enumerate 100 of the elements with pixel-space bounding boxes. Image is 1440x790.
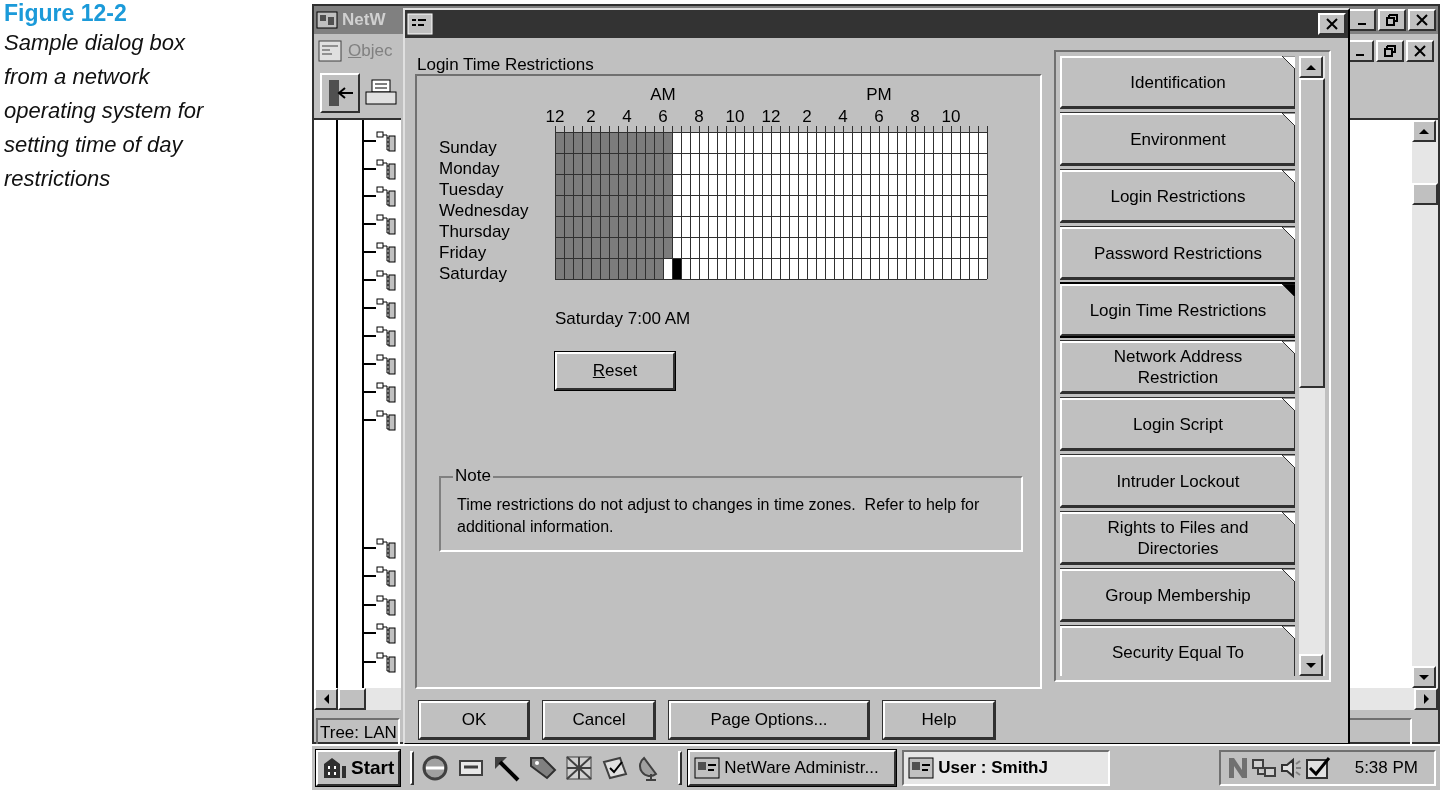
close-icon bbox=[1415, 14, 1429, 26]
reset-button[interactable]: Reset bbox=[555, 351, 675, 390]
hour-label: 8 bbox=[694, 108, 704, 125]
exit-toolbar-button[interactable] bbox=[320, 73, 360, 113]
scroll-up-button[interactable] bbox=[1299, 56, 1324, 78]
tag-icon[interactable] bbox=[528, 754, 559, 782]
page-tab[interactable]: Rights to Files and Directories bbox=[1060, 512, 1296, 564]
scroll-up-button[interactable] bbox=[1412, 120, 1436, 142]
arrow-down-icon bbox=[1306, 662, 1317, 668]
close-button[interactable] bbox=[1318, 13, 1346, 35]
folded-corner-icon bbox=[1282, 113, 1296, 127]
checkbox-icon[interactable] bbox=[1304, 756, 1331, 780]
page-tab[interactable]: Environment bbox=[1060, 113, 1296, 165]
figure-caption: Sample dialog box from a network operating system for setting time of day restrictions bbox=[4, 29, 205, 193]
folded-corner-icon bbox=[1282, 626, 1296, 640]
folded-corner-icon bbox=[1282, 455, 1296, 469]
hour-label: 2 bbox=[586, 108, 596, 125]
network-icon[interactable] bbox=[1250, 756, 1277, 780]
scroll-thumb[interactable] bbox=[338, 688, 366, 710]
page-tab[interactable]: Login Restrictions bbox=[1060, 170, 1296, 222]
folded-corner-icon bbox=[1282, 56, 1296, 70]
selected-time: Saturday 7:00 AM bbox=[555, 308, 692, 330]
figure-label: Figure 12-2 bbox=[4, 0, 128, 26]
start-button[interactable]: Start bbox=[316, 750, 401, 786]
page-tab[interactable]: Network Address Restriction bbox=[1060, 341, 1296, 393]
day-label: Saturday bbox=[439, 263, 509, 284]
folded-corner-icon bbox=[1282, 569, 1296, 583]
period-label: AM bbox=[650, 86, 676, 103]
tree-node-icon bbox=[376, 158, 396, 180]
close-icon bbox=[1325, 18, 1339, 30]
page-tab[interactable]: Password Restrictions bbox=[1060, 227, 1296, 279]
tree-node-icon bbox=[376, 594, 396, 616]
page-scrollbar[interactable] bbox=[1299, 56, 1325, 676]
restore-button[interactable] bbox=[1378, 9, 1406, 31]
folded-corner-icon bbox=[1282, 398, 1296, 412]
scroll-thumb[interactable] bbox=[1412, 183, 1438, 205]
note-title: Note bbox=[453, 466, 493, 484]
scroll-down-button[interactable] bbox=[1412, 666, 1436, 688]
tree-node-icon bbox=[376, 325, 396, 347]
arrow-left-icon bbox=[323, 694, 329, 704]
dialog-button[interactable]: OK bbox=[419, 701, 529, 739]
page-heading: Login Time Restrictions bbox=[416, 54, 595, 74]
arrow-right-icon bbox=[1423, 694, 1429, 704]
page-tab[interactable]: Security Equal To bbox=[1060, 626, 1296, 676]
horizontal-scrollbar[interactable] bbox=[314, 688, 401, 710]
folded-corner-dark-icon bbox=[1282, 284, 1296, 298]
arrow-down-icon bbox=[1419, 674, 1429, 680]
day-label: Sunday bbox=[439, 137, 498, 158]
tree-node-icon bbox=[376, 565, 396, 587]
vertical-scrollbar[interactable] bbox=[1412, 120, 1438, 688]
page-tab[interactable]: Intruder Lockout bbox=[1060, 455, 1296, 507]
printer-icon[interactable] bbox=[364, 78, 398, 108]
tree-node-icon bbox=[376, 651, 396, 673]
arrow-up-icon bbox=[1306, 64, 1317, 70]
user-card-icon bbox=[407, 13, 433, 35]
pattern-icon[interactable] bbox=[564, 754, 595, 782]
tree-node-icon bbox=[376, 269, 396, 291]
scroll-down-button[interactable] bbox=[1299, 654, 1324, 676]
tree-node-icon bbox=[376, 381, 396, 403]
scroll-left-button[interactable] bbox=[314, 688, 338, 710]
scroll-right-button[interactable] bbox=[1414, 688, 1438, 710]
dialog-button[interactable]: Cancel bbox=[543, 701, 655, 739]
taskbar-task[interactable]: User : SmithJ bbox=[902, 750, 1111, 786]
day-label: Friday bbox=[439, 242, 488, 263]
page-tab[interactable]: Identification bbox=[1060, 56, 1296, 108]
tree-node-icon bbox=[376, 622, 396, 644]
folded-corner-icon bbox=[1282, 227, 1296, 241]
folded-corner-icon bbox=[1282, 170, 1296, 184]
note-text: Time restrictions do not adjust to changes in time zones. Refer to help for additional information. bbox=[457, 494, 981, 537]
restore-button[interactable] bbox=[1376, 40, 1404, 62]
document-icon bbox=[318, 40, 342, 62]
app-icon bbox=[316, 11, 338, 29]
scroll-thumb[interactable] bbox=[1299, 78, 1325, 388]
day-label: Thursday bbox=[439, 221, 511, 242]
folded-corner-icon bbox=[1282, 341, 1296, 355]
taskbar-task[interactable]: NetWare Administr... bbox=[688, 750, 897, 786]
day-label: Tuesday bbox=[439, 179, 505, 200]
page-tab[interactable]: Login Time Restrictions bbox=[1060, 284, 1296, 336]
restore-icon bbox=[1385, 14, 1399, 26]
dialog-button[interactable]: Page Options... bbox=[669, 701, 869, 739]
hour-label: 10 bbox=[725, 108, 745, 125]
close-button[interactable] bbox=[1406, 40, 1434, 62]
hour-label: 12 bbox=[545, 108, 565, 125]
page-tab[interactable]: Group Membership bbox=[1060, 569, 1296, 621]
tree-node-icon bbox=[376, 409, 396, 431]
arrow-up-icon bbox=[1419, 128, 1429, 134]
day-label: Wednesday bbox=[439, 200, 530, 221]
clock: 5:38 PM bbox=[1354, 757, 1418, 780]
close-button[interactable] bbox=[1408, 9, 1436, 31]
hour-label: 4 bbox=[838, 108, 848, 125]
hour-label: 4 bbox=[622, 108, 632, 125]
window-icon bbox=[908, 757, 935, 779]
hour-label: 6 bbox=[874, 108, 884, 125]
minimize-button[interactable] bbox=[1348, 9, 1376, 31]
page-tab[interactable]: Login Script bbox=[1060, 398, 1296, 450]
dialog-button[interactable]: Help bbox=[883, 701, 995, 739]
time-grid[interactable] bbox=[555, 132, 988, 280]
speaker-icon[interactable] bbox=[1278, 756, 1303, 780]
hour-label: 10 bbox=[941, 108, 961, 125]
window-icon bbox=[694, 757, 721, 779]
